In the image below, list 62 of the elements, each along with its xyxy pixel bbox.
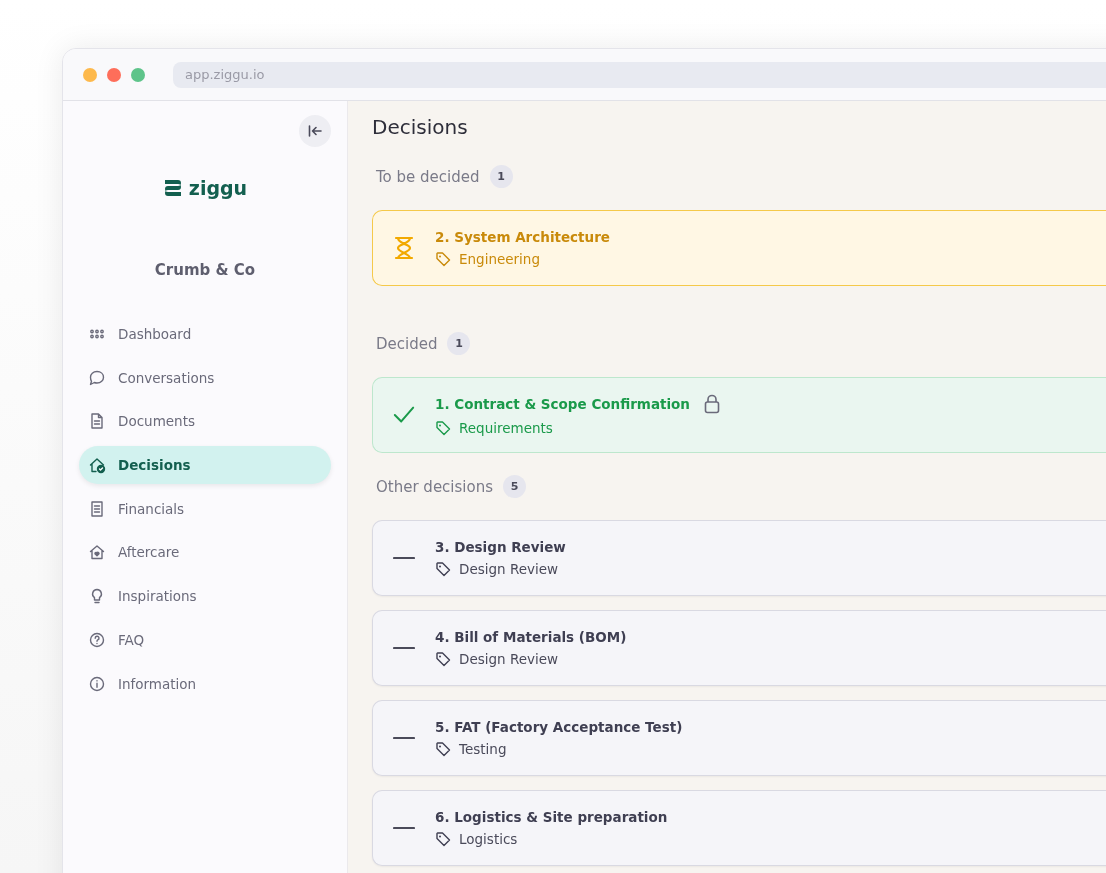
chat-bubble-icon: [88, 368, 106, 387]
minimize-dot[interactable]: [83, 67, 97, 82]
close-dot[interactable]: [107, 67, 121, 82]
nav-item[interactable]: Inspirations: [79, 577, 331, 616]
category-tag: Design Review: [459, 651, 559, 667]
nav-item[interactable]: Financials: [79, 489, 331, 528]
decision-card[interactable]: 2. System Architecture Engineering: [372, 210, 1106, 286]
nav-item[interactable]: Conversations: [79, 358, 331, 397]
decision-card[interactable]: 1. Contract & Scope Confirmation Requirements: [372, 377, 1106, 453]
tag-icon: [435, 251, 451, 267]
nav-item[interactable]: Dashboard: [79, 315, 331, 353]
house-check-icon: [88, 456, 106, 475]
document-icon: [88, 412, 106, 431]
tag-icon: [435, 831, 451, 847]
tag-icon: [435, 651, 451, 667]
tag-icon: [435, 741, 451, 757]
dash-icon: [393, 736, 415, 740]
decision-title: 1. Contract & Scope Confirmation: [435, 396, 690, 412]
dash-icon: [393, 826, 415, 830]
count-badge: 1: [489, 165, 513, 188]
hourglass-icon: [393, 236, 415, 260]
checkmark-icon: [393, 405, 415, 425]
category-tag: Requirements: [459, 420, 553, 436]
nav-item[interactable]: FAQ: [79, 620, 331, 659]
lock-icon: [704, 394, 720, 414]
nav-item[interactable]: Information: [79, 664, 331, 703]
decision-title: 5. FAT (Factory Acceptance Test): [435, 719, 683, 735]
section-title: Decided: [376, 334, 438, 353]
decision-card[interactable]: 3. Design Review Design Review: [372, 520, 1106, 596]
section-title: To be decided: [376, 167, 480, 186]
category-tag: Engineering: [459, 251, 540, 267]
nav-item[interactable]: Aftercare: [79, 533, 331, 572]
logo-icon: [162, 178, 183, 198]
dash-icon: [393, 646, 415, 650]
tag-icon: [435, 420, 451, 436]
collapse-sidebar-button[interactable]: [299, 115, 331, 147]
logo-wordmark: ziggu: [188, 177, 248, 199]
tag-icon: [435, 561, 451, 577]
receipt-icon: [88, 499, 106, 518]
count-badge: 5: [503, 475, 526, 498]
decision-card[interactable]: 4. Bill of Materials (BOM) Design Review: [372, 610, 1106, 686]
section-title: Other decisions: [376, 477, 493, 496]
info-icon: [88, 674, 106, 693]
maximize-dot[interactable]: [131, 67, 145, 82]
decision-title: 4. Bill of Materials (BOM): [435, 629, 627, 645]
company-name: Crumb & Co: [153, 261, 257, 279]
collapse-arrow-icon: [307, 123, 323, 139]
dash-icon: [393, 556, 415, 560]
help-icon: [88, 630, 106, 649]
decision-title: 2. System Architecture: [435, 229, 610, 245]
nav-item[interactable]: Documents: [79, 402, 331, 441]
house-heart-icon: [88, 543, 106, 562]
nav-item[interactable]: Decisions: [79, 446, 331, 485]
decision-title: 6. Logistics & Site preparation: [435, 809, 668, 825]
category-tag: Design Review: [459, 561, 559, 577]
decision-card[interactable]: 5. FAT (Factory Acceptance Test) Testing: [372, 700, 1106, 776]
page-title: Decisions: [372, 115, 469, 139]
category-tag: Logistics: [459, 831, 518, 847]
decision-card[interactable]: 6. Logistics & Site preparation Logistics: [372, 790, 1106, 866]
decision-title: 3. Design Review: [435, 539, 566, 555]
count-badge: 1: [447, 332, 471, 355]
category-tag: Testing: [459, 741, 507, 757]
